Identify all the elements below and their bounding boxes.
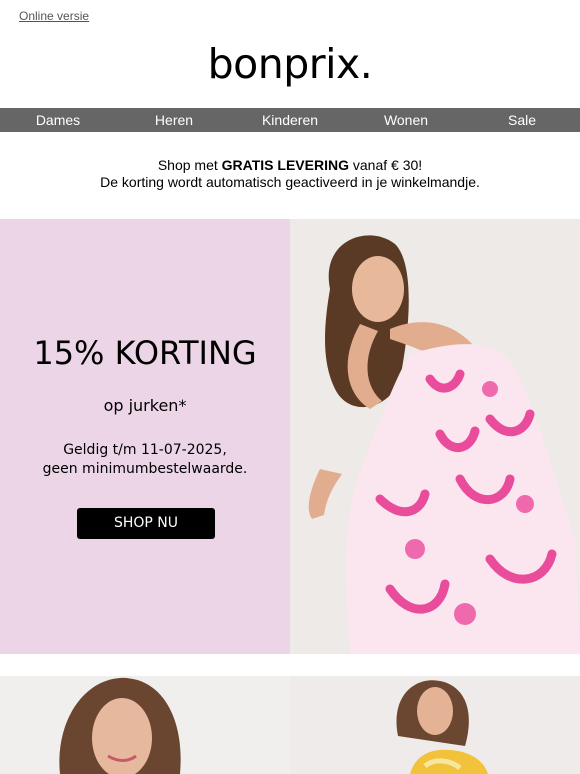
hero-validity: Geldig t/m 11-07-2025, geen minimumbeste…	[0, 441, 290, 479]
hero-image[interactable]	[290, 219, 580, 654]
delivery-promo: Shop met GRATIS LEVERING vanaf € 30! De …	[0, 157, 580, 191]
main-nav: Dames Heren Kinderen Wonen Sale	[0, 108, 580, 132]
hero-title: 15% KORTING	[33, 334, 257, 372]
woman-portrait-image	[0, 676, 290, 774]
shop-now-button[interactable]: SHOP NU	[77, 508, 215, 539]
product-image-left[interactable]	[0, 676, 290, 774]
nav-item-kinderen[interactable]: Kinderen	[232, 112, 348, 128]
nav-item-heren[interactable]: Heren	[116, 112, 232, 128]
promo-prefix: Shop met	[157, 157, 222, 173]
validity-line-1: Geldig t/m 11-07-2025,	[63, 442, 227, 458]
validity-line-2: geen minimumbestelwaarde.	[42, 461, 248, 477]
online-version-link[interactable]: Online versie	[19, 9, 89, 23]
promo-suffix: vanaf € 30!	[348, 157, 423, 173]
woman-pink-dress-image	[290, 219, 580, 654]
promo-bold: GRATIS LEVERING	[221, 157, 349, 173]
product-image-right[interactable]	[290, 676, 580, 774]
bonprix-logo[interactable]: bonprix.	[208, 38, 373, 90]
nav-item-dames[interactable]: Dames	[0, 112, 116, 128]
promo-line2: De korting wordt automatisch geactiveerd…	[100, 174, 480, 190]
nav-item-wonen[interactable]: Wonen	[348, 112, 464, 128]
hero-panel	[0, 219, 290, 654]
nav-item-sale[interactable]: Sale	[464, 112, 580, 128]
woman-yellow-dress-image	[290, 676, 580, 774]
hero-subtitle: op jurken*	[103, 396, 187, 415]
